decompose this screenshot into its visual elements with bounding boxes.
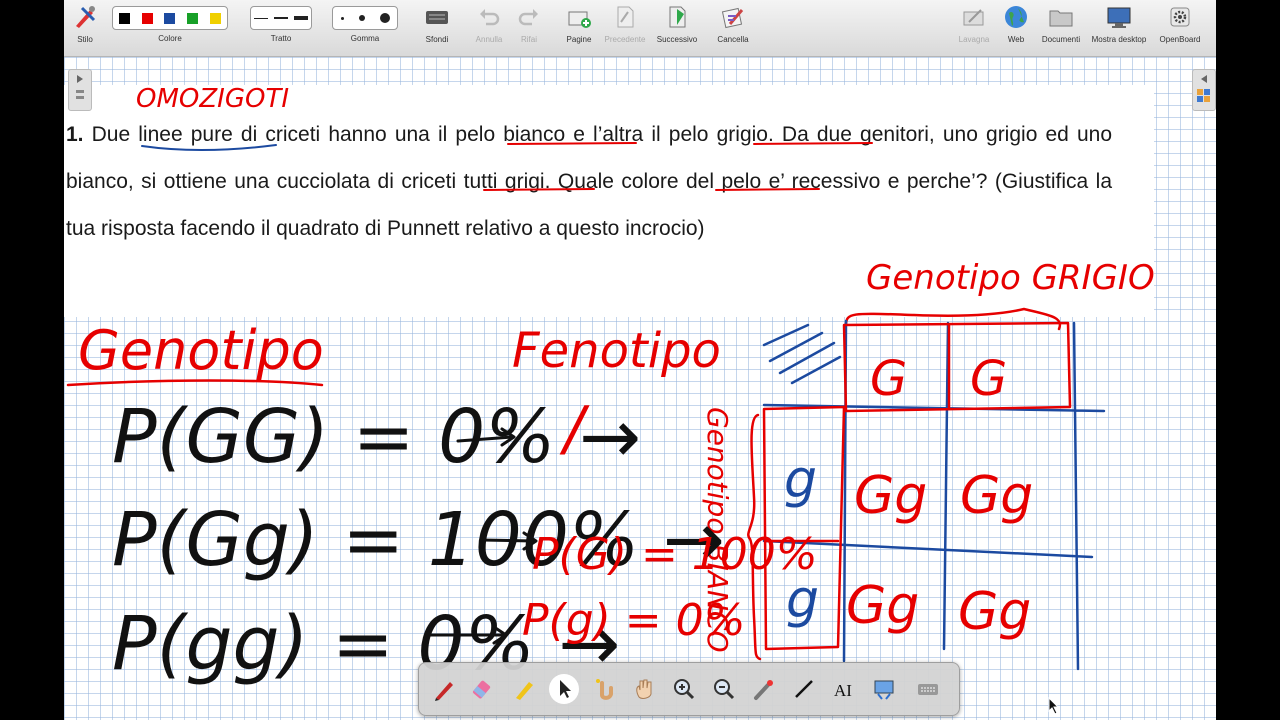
redo-icon: [518, 9, 538, 26]
text-tool[interactable]: AI: [829, 674, 859, 704]
phenotype-G: P(G) = 100%: [532, 529, 818, 580]
undo-button[interactable]: Annulla: [472, 4, 506, 44]
phenotype-g: P(g) = 0%: [522, 595, 745, 646]
svg-text:AI: AI: [834, 681, 852, 700]
genotipo-heading: Genotipo: [78, 319, 324, 382]
monitor-icon: [1107, 7, 1131, 28]
board-button[interactable]: Lavagna: [954, 4, 994, 44]
eraser-icon: [473, 680, 491, 699]
top-toolbar: Stilo Colore Tratto Gomma Sfondi Annulla…: [64, 0, 1216, 57]
hand-icon: [636, 679, 652, 699]
backgrounds-button[interactable]: Sfondi: [420, 4, 454, 44]
eraser-selector[interactable]: [332, 6, 398, 30]
color-red[interactable]: [141, 12, 153, 24]
eraser-group: Gomma: [332, 4, 398, 43]
zoom-out-tool[interactable]: [709, 674, 739, 704]
zoom-in-icon: [674, 679, 695, 700]
laser-icon: [754, 680, 773, 700]
punnett-cell-4: Gg: [958, 582, 1031, 642]
previous-button[interactable]: Precedente: [602, 4, 648, 44]
handwriting-layer: OMOZIGOTI Genotipo Fenotipo Genotipo GRI…: [66, 84, 1155, 687]
text-icon: AI: [834, 681, 852, 700]
mouse-cursor-icon: [1048, 697, 1060, 715]
clear-page-icon: [721, 7, 744, 29]
stroke-selector[interactable]: [250, 6, 312, 30]
web-button[interactable]: Web: [1000, 4, 1032, 44]
add-page-icon: [568, 11, 591, 28]
underline-pelo-grigio: [753, 142, 873, 145]
punnett-corner-hatch: [762, 323, 842, 385]
capture-icon: [874, 680, 894, 700]
line-tool[interactable]: [789, 674, 819, 704]
color-group: Colore: [112, 4, 228, 43]
punnett-top-allele-1: G: [870, 351, 907, 407]
keyboard-grid-icon: [426, 11, 448, 24]
underline-linee-pure: [141, 144, 277, 151]
color-blue[interactable]: [164, 12, 176, 24]
selector-icon: [560, 680, 571, 698]
clear-button[interactable]: Cancella: [714, 4, 752, 44]
stroke-group: Tratto: [250, 4, 312, 43]
interact-tool[interactable]: [589, 674, 619, 704]
openboard-window: Stilo Colore Tratto Gomma Sfondi Annulla…: [64, 0, 1216, 720]
stylus-button[interactable]: Stilo: [68, 4, 102, 44]
punnett-cell-1: Gg: [854, 466, 927, 526]
zoom-out-icon: [714, 679, 735, 700]
interact-icon: [596, 679, 613, 700]
underline-cucciolata: [483, 188, 595, 191]
punnett-left-allele-1: g: [784, 450, 817, 510]
documents-button[interactable]: Documenti: [1038, 4, 1084, 44]
omozigoti-annotation: OMOZIGOTI: [136, 84, 289, 114]
color-yellow[interactable]: [210, 12, 222, 24]
color-black[interactable]: [118, 12, 130, 24]
redo-button[interactable]: Rifai: [512, 4, 546, 44]
marker-icon: [516, 682, 533, 700]
underline-tutti-grigi: [715, 188, 820, 191]
grigio-brace: [844, 307, 1062, 331]
punnett-top-allele-2: G: [970, 351, 1007, 407]
color-green[interactable]: [187, 12, 199, 24]
hand-tool[interactable]: [629, 674, 659, 704]
globe-icon: [1005, 6, 1027, 28]
show-desktop-button[interactable]: Mostra desktop: [1088, 4, 1150, 44]
selector-tool[interactable]: [549, 674, 579, 704]
punnett-cell-2: Gg: [960, 466, 1033, 526]
pages-button[interactable]: Pagine: [562, 4, 596, 44]
punnett-left-allele-2: g: [786, 570, 819, 630]
eraser-tool[interactable]: [469, 674, 499, 704]
line-icon: [795, 680, 813, 698]
pen-icon: [435, 682, 453, 701]
undo-icon: [480, 9, 500, 26]
zoom-in-tool[interactable]: [669, 674, 699, 704]
folder-icon: [1049, 10, 1073, 27]
genotipo-grigio-label: Genotipo GRIGIO: [866, 258, 1155, 298]
previous-page-icon: [617, 6, 634, 28]
underline-pelo-bianco: [507, 142, 637, 145]
color-palette: [112, 6, 228, 30]
laser-pointer-tool[interactable]: [749, 674, 779, 704]
next-page-icon: [669, 6, 686, 28]
keyboard-icon: [918, 684, 938, 695]
fenotipo-heading: Fenotipo: [512, 323, 721, 379]
tool-palette: AI: [418, 662, 960, 716]
stylus-icon: [76, 6, 96, 28]
capture-tool[interactable]: [869, 674, 899, 704]
board-page[interactable]: 1. Due linee pure di criceti hanno una i…: [64, 57, 1216, 720]
virtual-keyboard-tool[interactable]: [913, 674, 943, 704]
eq-GG: P(GG) = 0% →: [112, 394, 641, 480]
board-icon: [963, 9, 984, 26]
pen-tool[interactable]: [429, 674, 459, 704]
next-button[interactable]: Successivo: [654, 4, 700, 44]
punnett-cell-3: Gg: [846, 576, 919, 636]
marker-tool[interactable]: [509, 674, 539, 704]
gear-icon: [1170, 7, 1190, 27]
openboard-menu-button[interactable]: OpenBoard: [1156, 4, 1204, 44]
